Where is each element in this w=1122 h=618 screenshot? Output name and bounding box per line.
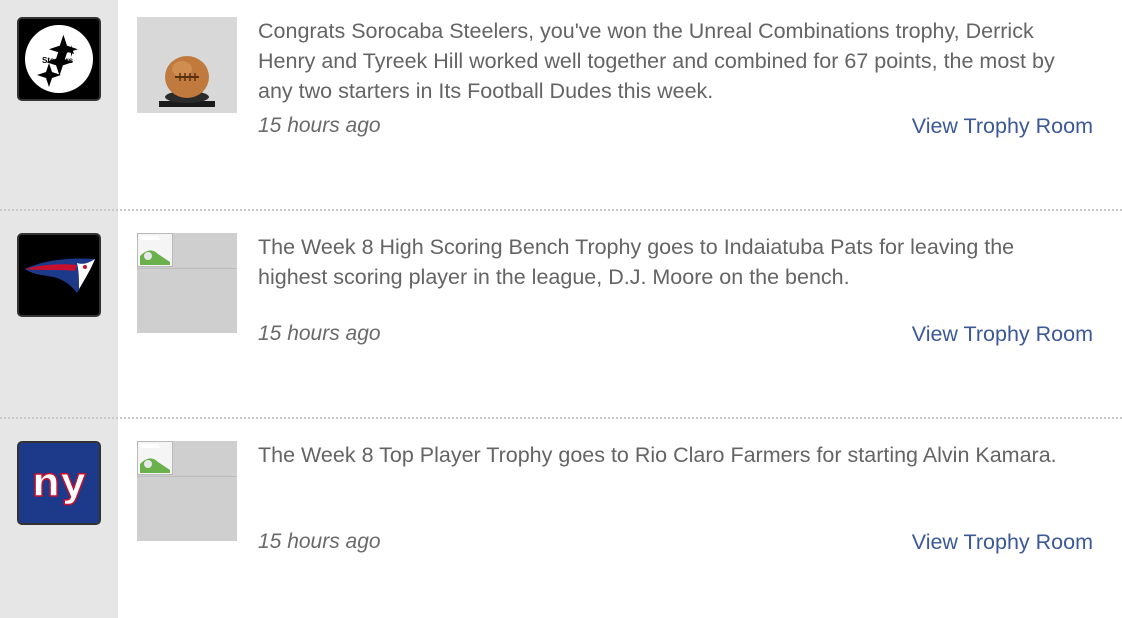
trophy-message: The Week 8 High Scoring Bench Trophy goe… (258, 235, 1015, 289)
trophy-message: Congrats Sorocaba Steelers, you've won t… (258, 19, 1055, 103)
view-trophy-room-link[interactable]: View Trophy Room (912, 114, 1093, 139)
timestamp: 15 hours ago (258, 114, 381, 137)
view-trophy-room-link[interactable]: View Trophy Room (912, 322, 1093, 347)
view-trophy-room-link[interactable]: View Trophy Room (912, 530, 1093, 555)
patriots-logo-icon (19, 235, 99, 315)
feed-item: Steelers Congrats Sorocaba Steelers, you… (0, 0, 1122, 208)
trophy-image (137, 233, 237, 333)
timestamp: 15 hours ago (258, 530, 381, 553)
trophy-image (137, 17, 237, 121)
feed-item: ny The Week 8 Top Player Trophy goes to … (0, 418, 1122, 618)
steelers-logo-icon: Steelers (19, 19, 99, 99)
broken-image-icon (137, 233, 173, 267)
steelers-logo-text: Steelers (42, 56, 74, 65)
football-trophy-icon (137, 17, 237, 121)
trophy-image (137, 441, 237, 541)
feed-item: The Week 8 High Scoring Bench Trophy goe… (0, 210, 1122, 418)
team-logo-patriots[interactable] (17, 233, 101, 317)
team-logo-giants[interactable]: ny (17, 441, 101, 525)
broken-image-icon (137, 441, 173, 475)
trophy-message: The Week 8 Top Player Trophy goes to Rio… (258, 443, 1057, 467)
giants-logo-icon: ny (19, 443, 99, 523)
timestamp: 15 hours ago (258, 322, 381, 345)
trophy-feed: Steelers Congrats Sorocaba Steelers, you… (0, 0, 1122, 618)
team-logo-steelers[interactable]: Steelers (17, 17, 101, 101)
giants-logo-text: ny (32, 460, 87, 506)
